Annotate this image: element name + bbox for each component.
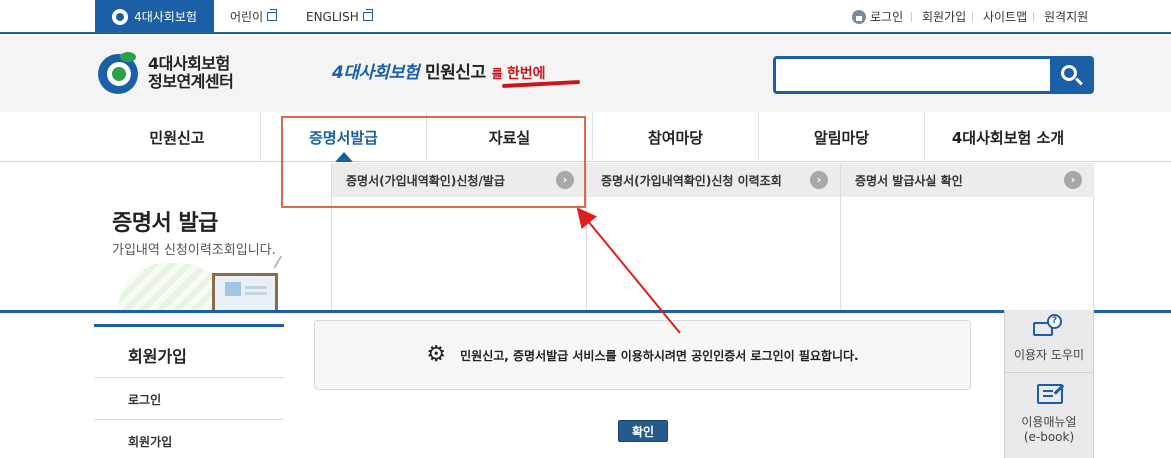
annotation-arrow xyxy=(576,207,681,334)
